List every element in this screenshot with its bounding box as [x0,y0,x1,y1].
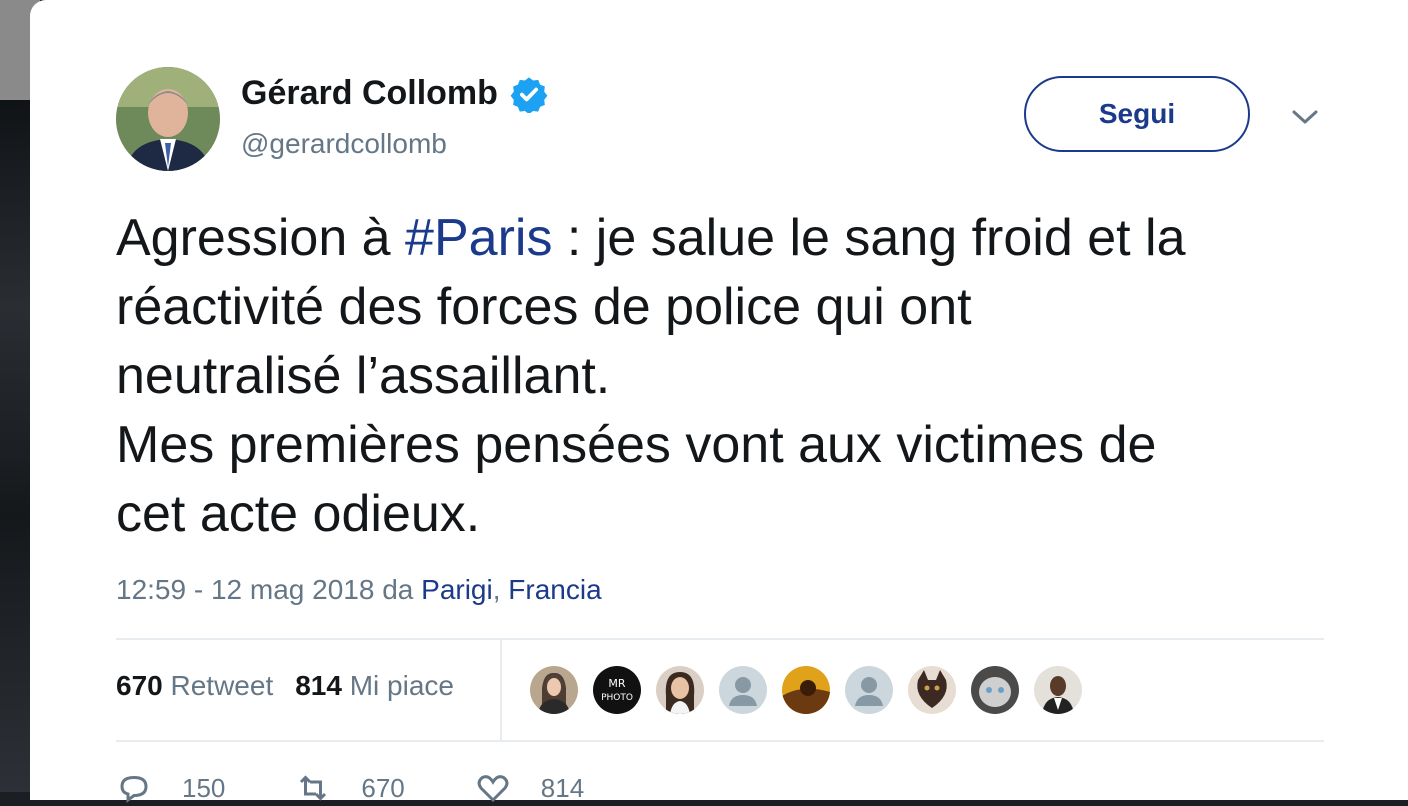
retweet-icon [300,775,327,801]
from-word: da [382,574,414,605]
author-name[interactable]: Gérard Collomb [241,74,498,113]
liker-avatar[interactable] [969,664,1021,716]
tweet-line: réactivité des forces de police qui ont [116,278,972,336]
heart-icon [477,775,509,803]
author-avatar[interactable] [116,67,220,171]
like-button[interactable]: 814 [475,770,584,806]
tweet-line: cet acte odieux. [116,485,481,543]
liker-avatar[interactable] [1032,664,1084,716]
verified-badge-icon [510,76,548,113]
tweet-stats: 670 Retweet 814 Mi piace [116,670,476,702]
likers-facepile: MR PHOTO [528,664,1095,716]
tweet-text: Agression à #Paris : je salue le sang fr… [116,204,1336,549]
author-handle[interactable]: @gerardcollomb [241,128,447,160]
tweet-line: neutralisé l’assaillant. [116,347,611,405]
svg-text:MR: MR [608,677,625,690]
tweet-metadata: 12:59 - 12 mag 2018 da Parigi, Francia [116,574,602,605]
liker-avatar[interactable] [528,664,580,716]
location-city-link[interactable]: Parigi [421,574,493,605]
default-avatar-icon[interactable] [843,664,895,716]
liker-avatar[interactable] [654,664,706,716]
tweet-timestamp[interactable]: 12:59 - 12 mag 2018 [116,574,374,605]
reply-count: 150 [182,772,226,803]
liker-avatar[interactable] [780,664,832,716]
reply-button[interactable]: 150 [116,770,225,806]
tweet-actions: 150 670 814 [116,770,654,806]
divider [500,640,502,740]
tweet-line: Mes premières pensées vont aux victimes … [116,416,1157,474]
divider [116,740,1324,742]
retweet-button[interactable]: 670 [295,770,405,806]
follow-button[interactable]: Segui [1024,76,1250,152]
svg-text:PHOTO: PHOTO [601,693,633,703]
liker-avatar[interactable] [906,664,958,716]
tweet-line-1: Agression à #Paris : je salue le sang fr… [116,209,1186,267]
liker-avatar[interactable]: MR PHOTO [591,664,643,716]
default-avatar-icon[interactable] [717,664,769,716]
divider [116,638,1324,640]
hashtag-link[interactable]: #Paris [405,209,552,267]
like-stat[interactable]: 814 Mi piace [295,670,454,702]
reply-icon [120,775,148,803]
retweet-count: 670 [361,772,405,803]
chevron-down-icon[interactable] [1290,104,1320,130]
like-count: 814 [540,772,585,803]
location-country-link[interactable]: Francia [508,574,601,605]
retweet-stat[interactable]: 670 Retweet [116,670,273,702]
